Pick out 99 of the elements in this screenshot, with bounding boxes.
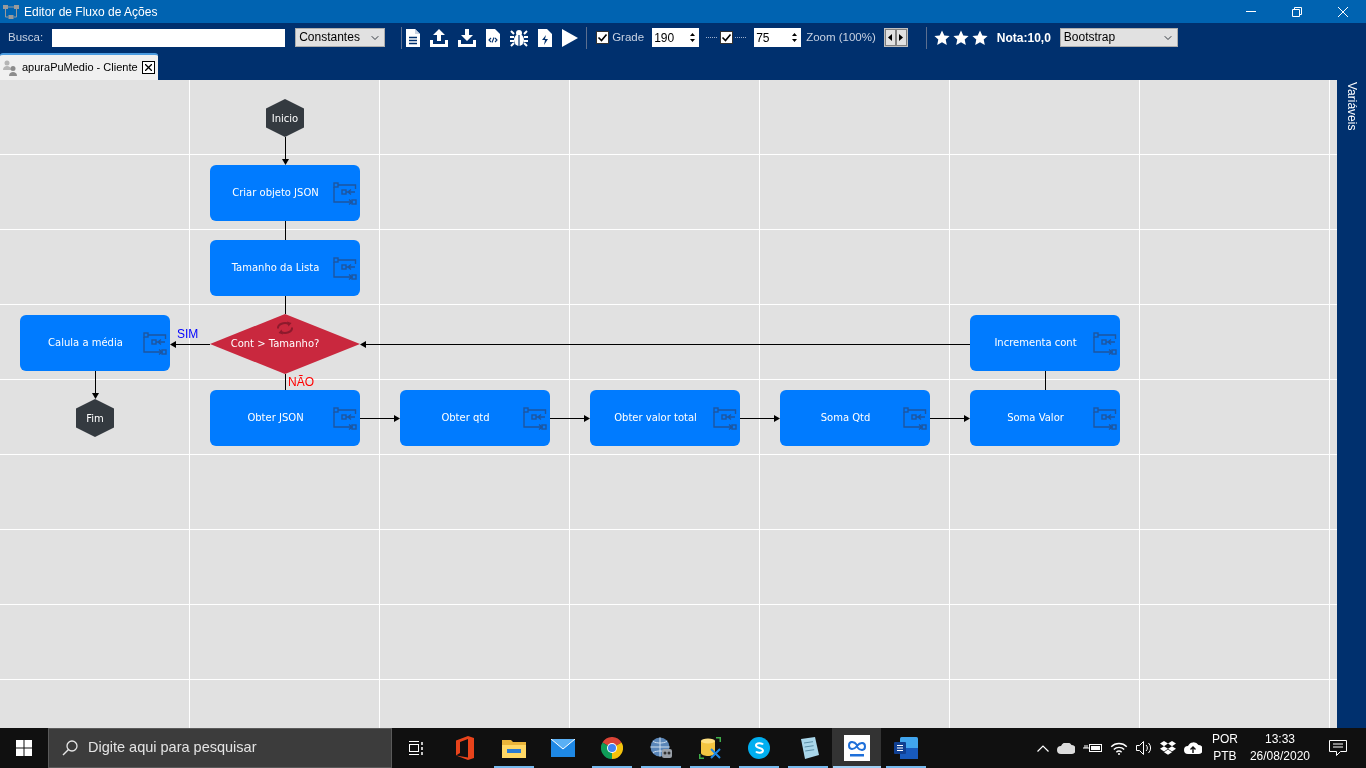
variables-tab[interactable]: Variáveis	[1342, 82, 1361, 131]
caret-left-icon	[888, 34, 893, 41]
taskbar-app-button[interactable]	[832, 728, 881, 768]
document-app-icon	[893, 737, 918, 759]
connector-arrow	[929, 415, 970, 422]
close-icon	[144, 64, 152, 71]
node-label: Calula a média	[48, 337, 123, 349]
branch-label: NÃO	[288, 375, 314, 389]
four-panes-icon	[16, 740, 32, 756]
search-field[interactable]: Digite aqui para pesquisar	[88, 737, 388, 759]
scroll-right-button[interactable]	[895, 29, 907, 46]
branch-label: SIM	[177, 327, 199, 341]
category-dropdown[interactable]: Constantes	[295, 28, 386, 47]
number-field[interactable]: 75	[754, 28, 789, 47]
restore-icon	[1292, 6, 1302, 17]
cloud-icon[interactable]	[1056, 742, 1075, 754]
workflow-icon	[1093, 331, 1117, 355]
notification-icon	[1329, 740, 1347, 756]
connector-line	[285, 295, 286, 315]
spinner-arrows-icon[interactable]	[788, 28, 802, 47]
chevron-up-icon[interactable]	[1036, 744, 1049, 752]
task-view-icon	[408, 740, 424, 756]
zoom-label: Zoom (100%)	[806, 29, 876, 45]
lightning-file-icon[interactable]	[538, 28, 553, 47]
connector-line	[285, 373, 286, 391]
workflow-icon	[903, 406, 927, 430]
node-label: Cont > Tamanho?	[230, 338, 320, 350]
connector-arrow	[549, 415, 590, 422]
connector-line	[285, 220, 286, 241]
search-bar[interactable]: Digite aqui para pesquisar	[48, 728, 392, 768]
rating-label: Nota:10,0	[996, 29, 1051, 47]
users-icon	[2, 59, 18, 76]
checkbox[interactable]	[596, 31, 610, 44]
cloud-upload-icon[interactable]	[1183, 742, 1202, 754]
node-label: Incrementa cont	[994, 337, 1077, 349]
flowchart-icon	[3, 4, 19, 19]
code-file-icon[interactable]	[486, 28, 501, 47]
workflow-icon	[333, 256, 357, 280]
dotted-line-icon	[735, 37, 747, 38]
workflow-icon	[713, 406, 737, 430]
browser-icon	[600, 737, 623, 759]
chat-app-icon	[747, 737, 770, 759]
upload-icon[interactable]	[430, 28, 449, 47]
database-icon	[698, 737, 721, 759]
spinner-arrows-icon[interactable]	[686, 28, 700, 47]
clock-button[interactable]: 13:33 26/08/2020	[1249, 731, 1310, 765]
connector-arrow	[92, 370, 99, 399]
caret-right-icon	[899, 34, 904, 41]
search-label: Busca:	[8, 29, 44, 45]
globe-icon	[649, 737, 672, 759]
office-app-icon	[454, 736, 475, 760]
node-label: Tamanho da Lista	[231, 262, 320, 274]
node-label: Soma Qtd	[820, 412, 871, 424]
star-icon	[952, 29, 969, 46]
dotted-line-icon	[706, 37, 718, 38]
connector-line	[1045, 370, 1046, 391]
input-language-button[interactable]: POR PTB	[1211, 731, 1238, 765]
play-icon[interactable]	[562, 28, 579, 47]
number-field[interactable]: 190	[652, 28, 687, 47]
folder-icon	[501, 738, 526, 758]
window-title: Editor de Fluxo de Ações	[24, 3, 158, 21]
battery-plug-icon[interactable]	[1082, 743, 1102, 753]
node-label: Obter valor total	[614, 412, 697, 424]
connector-arrow	[359, 415, 400, 422]
minimize-icon	[1246, 11, 1256, 12]
wifi-icon[interactable]	[1109, 741, 1128, 755]
connector-arrow	[739, 415, 780, 422]
terminal-node: Inicio	[266, 99, 304, 137]
dropbox-icon[interactable]	[1159, 741, 1176, 755]
theme-dropdown[interactable]: Bootstrap	[1059, 28, 1178, 47]
search-icon	[62, 740, 78, 756]
workflow-icon	[143, 331, 167, 355]
speaker-icon[interactable]	[1135, 741, 1152, 755]
star-icon	[933, 29, 950, 46]
connector-arrow	[282, 136, 289, 165]
workflow-icon	[333, 406, 357, 430]
document-icon[interactable]	[406, 28, 421, 47]
search-field[interactable]	[52, 28, 286, 47]
download-icon[interactable]	[458, 28, 477, 47]
document-tab[interactable]: apuraPuMedio - Cliente	[0, 53, 158, 80]
star-icon	[971, 29, 988, 46]
infinity-icon	[843, 735, 870, 761]
close-icon	[1338, 6, 1348, 17]
workflow-icon	[1093, 406, 1117, 430]
close-tab-button[interactable]	[141, 61, 155, 74]
grid-label: Grade	[612, 29, 645, 45]
workflow-icon	[523, 406, 547, 430]
scroll-left-button[interactable]	[884, 29, 896, 46]
node-label: Soma Valor	[1007, 412, 1064, 424]
bug-icon[interactable]	[510, 28, 529, 47]
loop-icon	[275, 321, 295, 335]
connector-arrow	[170, 341, 211, 348]
node-label: Obter JSON	[247, 412, 304, 424]
terminal-node: Fim	[76, 399, 114, 437]
checkbox[interactable]	[720, 31, 734, 44]
envelope-icon	[550, 739, 575, 757]
workflow-icon	[333, 181, 357, 205]
node-label: Criar objeto JSON	[232, 187, 319, 199]
node-label: Obter qtd	[441, 412, 490, 424]
